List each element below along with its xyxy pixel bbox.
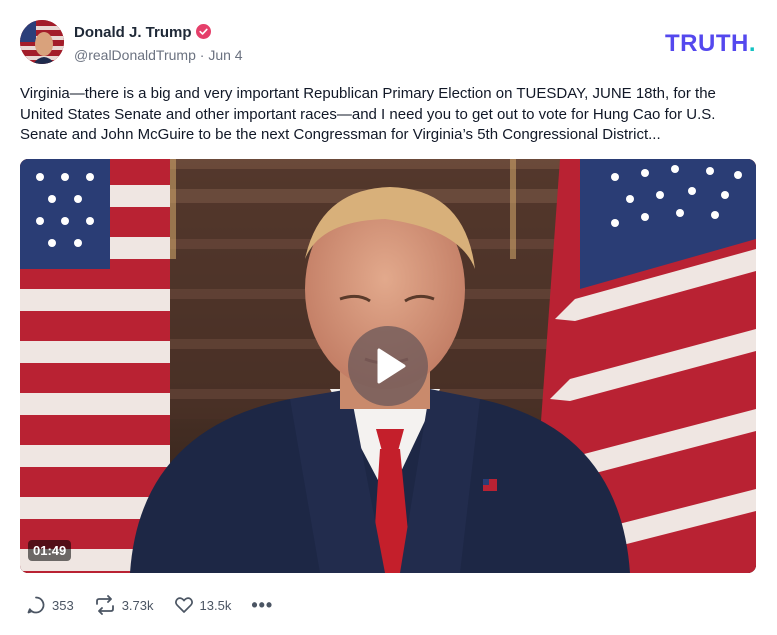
post-date[interactable]: Jun 4 xyxy=(208,47,242,63)
post-text: Virginia—there is a big and very importa… xyxy=(20,85,716,143)
play-button[interactable] xyxy=(348,326,428,406)
reply-button[interactable]: 353 xyxy=(26,595,74,615)
more-options-button[interactable]: ••• xyxy=(251,596,273,614)
retruth-count: 3.73k xyxy=(121,597,154,613)
retruth-button[interactable]: 3.73k xyxy=(94,595,154,615)
truth-post: Donald J. Trump @realDonaldTrump · Jun 4… xyxy=(0,0,777,635)
reply-count: 353 xyxy=(52,597,74,613)
author-handle[interactable]: @realDonaldTrump xyxy=(74,47,196,63)
like-count: 13.5k xyxy=(199,597,232,613)
post-actions: 353 3.73k 13.5k ••• xyxy=(26,594,293,616)
verified-badge-icon xyxy=(195,24,211,39)
like-button[interactable]: 13.5k xyxy=(174,595,232,615)
author-meta: @realDonaldTrump · Jun 4 xyxy=(74,47,243,63)
heart-icon xyxy=(174,597,193,613)
reply-icon xyxy=(27,596,45,614)
truth-logo[interactable]: TRUTH. xyxy=(665,30,756,58)
truth-logo-dot: . xyxy=(748,30,756,57)
play-icon xyxy=(377,348,406,384)
author-name[interactable]: Donald J. Trump xyxy=(74,24,211,41)
retruth-icon xyxy=(95,595,114,615)
video-duration: 01:49 xyxy=(28,540,72,561)
video-player[interactable]: 01:49 xyxy=(20,159,756,573)
avatar[interactable] xyxy=(20,20,64,64)
author-name-text: Donald J. Trump xyxy=(74,24,192,41)
truth-logo-text: TRUTH xyxy=(665,30,749,57)
